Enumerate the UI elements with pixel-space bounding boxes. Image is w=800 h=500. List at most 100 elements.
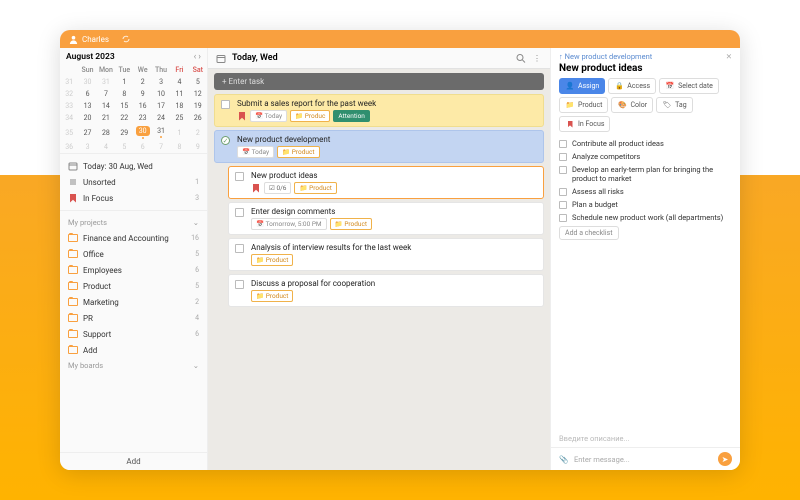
cal-day[interactable]: 7 — [97, 88, 115, 100]
checklist-item[interactable]: Assess all risks — [559, 187, 732, 196]
cal-day[interactable]: 12 — [189, 88, 207, 100]
cal-day[interactable]: 2 — [189, 124, 207, 141]
sidebar-project[interactable]: Product5 — [66, 278, 201, 294]
cal-day[interactable]: 16 — [134, 100, 152, 112]
project-chip[interactable]: 📁 Product — [251, 254, 293, 266]
cal-day[interactable]: 2 — [134, 76, 152, 88]
cal-day[interactable]: 15 — [115, 100, 133, 112]
cal-day[interactable]: 8 — [170, 141, 188, 153]
checklist-item[interactable]: Develop an early-term plan for bringing … — [559, 165, 732, 183]
pill-access[interactable]: 🔒Access — [608, 78, 656, 94]
cal-next[interactable]: › — [198, 52, 201, 62]
cal-day[interactable]: 8 — [115, 88, 133, 100]
task-card[interactable]: Analysis of interview results for the la… — [228, 238, 544, 271]
checkbox[interactable] — [559, 214, 567, 222]
tag-chip[interactable]: Attention — [333, 110, 369, 122]
cal-day[interactable]: 4 — [97, 141, 115, 153]
sidebar-project[interactable]: Office5 — [66, 246, 201, 262]
attach-icon[interactable]: 📎 — [559, 454, 569, 464]
cal-day[interactable]: 4 — [170, 76, 188, 88]
checkbox-done[interactable]: ✓ — [221, 136, 230, 145]
project-chip[interactable]: 📁 Produc — [290, 110, 330, 122]
cal-day[interactable]: 6 — [78, 88, 96, 100]
date-chip[interactable]: 📅 Today — [250, 110, 287, 122]
cal-day[interactable]: 21 — [97, 112, 115, 124]
enter-task-input[interactable]: + Enter task — [214, 73, 544, 90]
cal-day[interactable]: 19 — [189, 100, 207, 112]
send-button[interactable]: ➤ — [718, 452, 732, 466]
sync-icon[interactable] — [121, 34, 131, 44]
boards-label[interactable]: My boards ⌄ — [66, 358, 201, 373]
cal-day[interactable]: 9 — [189, 141, 207, 153]
cal-day[interactable]: 13 — [78, 100, 96, 112]
date-chip[interactable]: 📅 Today — [237, 146, 274, 158]
project-chip[interactable]: 📁 Product — [330, 218, 372, 230]
message-input[interactable]: Enter message... — [574, 455, 713, 464]
checklist-item[interactable]: Schedule new product work (all departmen… — [559, 213, 732, 222]
pill-tag[interactable]: 🏷Tag — [656, 97, 693, 113]
cal-day[interactable]: 28 — [97, 124, 115, 141]
pill-assign[interactable]: 👤Assign — [559, 78, 605, 94]
checkbox[interactable] — [235, 208, 244, 217]
cal-day[interactable]: 26 — [189, 112, 207, 124]
cal-day[interactable]: 3 — [152, 76, 170, 88]
cal-day[interactable]: 29 — [115, 124, 133, 141]
cal-day[interactable]: 10 — [152, 88, 170, 100]
task-card[interactable]: Enter design comments 📅 Tomorrow, 5:00 P… — [228, 202, 544, 235]
task-card[interactable]: Submit a sales report for the past week … — [214, 94, 544, 127]
sidebar-project[interactable]: Add — [66, 342, 201, 358]
sidebar-infocus[interactable]: In Focus 3 — [66, 190, 201, 206]
sidebar-project[interactable]: Employees6 — [66, 262, 201, 278]
checkbox[interactable] — [559, 140, 567, 148]
cal-day[interactable]: 23 — [134, 112, 152, 124]
sidebar-today[interactable]: Today: 30 Aug, Wed — [66, 158, 201, 174]
projects-label[interactable]: My projects ⌄ — [66, 215, 201, 230]
cal-day[interactable]: 20 — [78, 112, 96, 124]
checkbox[interactable] — [559, 201, 567, 209]
checkbox[interactable] — [235, 280, 244, 289]
sidebar-unsorted[interactable]: Unsorted 1 — [66, 174, 201, 190]
task-card[interactable]: Discuss a proposal for cooperation 📁 Pro… — [228, 274, 544, 307]
project-chip[interactable]: 📁 Product — [277, 146, 319, 158]
cal-day[interactable]: 6 — [134, 141, 152, 153]
sidebar-project[interactable]: PR4 — [66, 310, 201, 326]
checkbox[interactable] — [559, 166, 567, 174]
project-chip[interactable]: 📁 Product — [294, 182, 336, 194]
pill-select date[interactable]: 📅Select date — [659, 78, 719, 94]
cal-day[interactable]: 1 — [170, 124, 188, 141]
more-icon[interactable]: ⋮ — [532, 53, 542, 63]
checklist-item[interactable]: Contribute all product ideas — [559, 139, 732, 148]
sidebar-project[interactable]: Marketing2 — [66, 294, 201, 310]
search-icon[interactable] — [516, 53, 526, 63]
checkbox[interactable] — [559, 188, 567, 196]
description-input[interactable]: Введите описание... — [551, 430, 740, 447]
cal-day[interactable]: 5 — [189, 76, 207, 88]
cal-day[interactable]: 30 — [134, 124, 152, 141]
cal-day[interactable]: 3 — [78, 141, 96, 153]
pill-product[interactable]: 📁Product — [559, 97, 608, 113]
user-badge[interactable]: Charles — [68, 34, 109, 44]
cal-day[interactable]: 1 — [115, 76, 133, 88]
cal-day[interactable]: 5 — [115, 141, 133, 153]
pill-color[interactable]: 🎨Color — [611, 97, 653, 113]
cal-prev[interactable]: ‹ — [194, 52, 197, 62]
sidebar-project[interactable]: Support6 — [66, 326, 201, 342]
cal-day[interactable]: 31 — [97, 76, 115, 88]
cal-day[interactable]: 31 — [152, 124, 170, 141]
checkbox[interactable] — [221, 100, 230, 109]
breadcrumb[interactable]: ↑ New product development — [559, 52, 652, 61]
date-chip[interactable]: 📅 Tomorrow, 5:00 PM — [251, 218, 327, 230]
task-card[interactable]: New product ideas ☑ 0/6📁 Product — [228, 166, 544, 199]
checkbox[interactable] — [235, 172, 244, 181]
cal-day[interactable]: 7 — [152, 141, 170, 153]
cal-day[interactable]: 18 — [170, 100, 188, 112]
cal-day[interactable]: 17 — [152, 100, 170, 112]
cal-day[interactable]: 9 — [134, 88, 152, 100]
cal-day[interactable]: 22 — [115, 112, 133, 124]
sidebar-project[interactable]: Finance and Accounting16 — [66, 230, 201, 246]
checklist-item[interactable]: Plan a budget — [559, 200, 732, 209]
cal-day[interactable]: 14 — [97, 100, 115, 112]
checklist-item[interactable]: Analyze competitors — [559, 152, 732, 161]
pill-in focus[interactable]: In Focus — [559, 116, 610, 132]
close-icon[interactable]: ✕ — [726, 52, 732, 61]
